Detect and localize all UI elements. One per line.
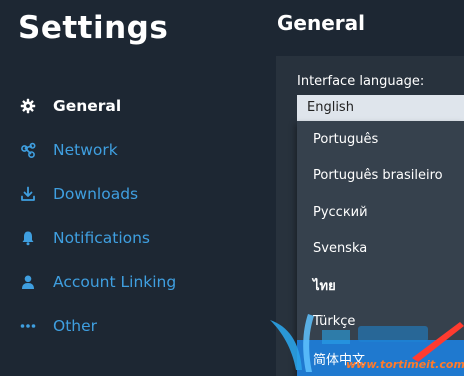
bell-icon	[18, 228, 38, 248]
language-option[interactable]: Português brasileiro	[297, 158, 464, 195]
gear-icon	[18, 96, 38, 116]
sidebar-item-label: Network	[53, 141, 118, 159]
language-option[interactable]: Svenska	[297, 231, 464, 268]
sidebar-item-notifications[interactable]: Notifications	[18, 226, 258, 250]
watermark-url: www.tortimeit.com	[346, 358, 464, 371]
ellipsis-icon	[18, 316, 38, 336]
settings-window: Settings General Network Downloads Notif…	[0, 0, 464, 376]
sidebar-item-label: Account Linking	[53, 273, 177, 291]
language-option[interactable]: Türkçe	[297, 304, 464, 341]
sidebar-item-label: Other	[53, 317, 98, 335]
language-label: Interface language:	[297, 74, 425, 89]
network-icon	[18, 140, 38, 160]
sidebar-item-label: General	[53, 97, 122, 115]
language-option[interactable]: ไทย	[297, 267, 464, 304]
sidebar-item-account-linking[interactable]: Account Linking	[18, 270, 258, 294]
language-dropdown: Português Português brasileiro Русский S…	[297, 121, 464, 376]
person-icon	[18, 272, 38, 292]
sidebar-item-general[interactable]: General	[18, 94, 258, 118]
download-icon	[18, 184, 38, 204]
language-option[interactable]: Русский	[297, 194, 464, 231]
language-select[interactable]: English	[297, 95, 464, 121]
page-title: General	[277, 11, 365, 35]
sidebar-item-network[interactable]: Network	[18, 138, 258, 162]
language-option[interactable]: Português	[297, 121, 464, 158]
sidebar: Settings General Network Downloads Notif…	[0, 0, 276, 376]
sidebar-item-other[interactable]: Other	[18, 314, 258, 338]
sidebar-item-downloads[interactable]: Downloads	[18, 182, 258, 206]
settings-title: Settings	[18, 10, 169, 46]
sidebar-item-label: Notifications	[53, 229, 151, 247]
sidebar-item-label: Downloads	[53, 185, 139, 203]
